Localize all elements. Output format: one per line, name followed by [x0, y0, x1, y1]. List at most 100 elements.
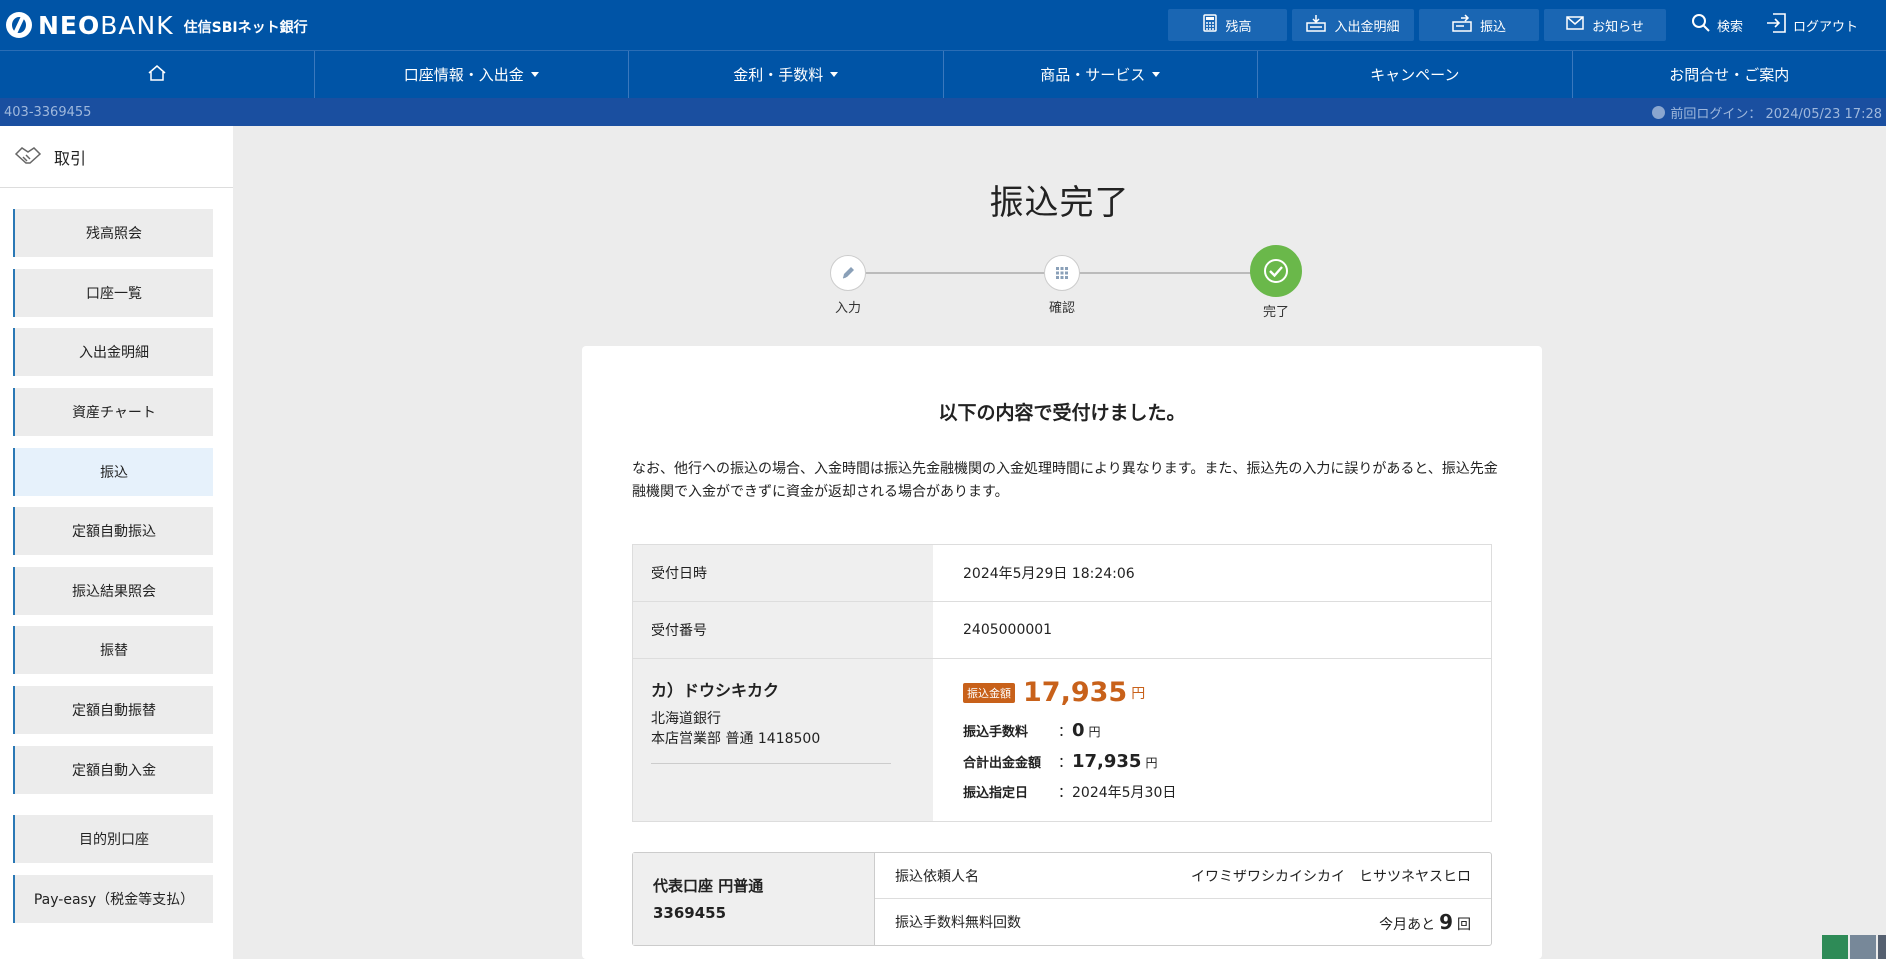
sidebar-item-label: Pay-easy（税金等支払） [33, 892, 195, 908]
sidebar-item-internal-transfer[interactable]: 振替 [13, 626, 213, 674]
source-account-name: 代表口座 円普通 [653, 877, 764, 895]
result-table: 受付日時 2024年5月29日 18:24:06 受付番号 2405000001… [632, 544, 1492, 822]
neobank-logo[interactable]: NEO BANK 住信SBIネット銀行 [6, 11, 308, 40]
nav-account-info-label: 口座情報・入出金 [403, 66, 524, 84]
logout-link[interactable]: ログアウト [1765, 12, 1858, 38]
sidebar-item-transfer[interactable]: 振込 [13, 448, 213, 496]
date-label: 振込指定日 [963, 786, 1029, 801]
logo-neo-text: NEO [38, 10, 101, 40]
payee-info: カ）ドウシキカク 北海道銀行 本店営業部 普通 1418500 [633, 659, 933, 821]
nav-rates-fees[interactable]: 金利・手数料 [629, 51, 944, 98]
step-confirm: 確認 [1042, 243, 1082, 316]
notice-button-label: お知らせ [1592, 19, 1644, 35]
tool-icon[interactable] [1878, 935, 1886, 959]
amount-details: 振込金額 17,935 円 振込手数料： 0 円 合計出金金額： 17,935 円 振込指定… [933, 659, 1491, 821]
free-count-row: 振込手数料無料回数 今月あと 9 回 [875, 899, 1491, 945]
home-icon [147, 64, 167, 86]
search-link[interactable]: 検索 [1691, 13, 1743, 37]
nav-products[interactable]: 商品・サービス [944, 51, 1258, 98]
payee-name: カ）ドウシキカク [651, 681, 780, 700]
sidebar-item-asset-chart[interactable]: 資産チャート [13, 388, 213, 436]
check-icon [1250, 245, 1302, 297]
transfer-button[interactable]: 振込 [1418, 9, 1539, 41]
logout-icon [1765, 12, 1787, 38]
step-complete: 完了 [1248, 243, 1304, 320]
logo-bank-text: BANK [100, 10, 174, 40]
caret-down-icon [1152, 72, 1161, 77]
sidebar-item-balance[interactable]: 残高照会 [13, 209, 213, 257]
handshake-icon [14, 144, 42, 170]
divider [651, 763, 891, 764]
balance-button-label: 残高 [1225, 19, 1252, 35]
free-count-prefix: 今月あと [1379, 917, 1436, 933]
nav-account-info[interactable]: 口座情報・入出金 [315, 51, 629, 98]
source-account-number: 3369455 [653, 904, 727, 922]
table-row: 受付番号 2405000001 [633, 602, 1491, 659]
clock-icon [1652, 105, 1666, 119]
sidebar-item-label: 振込結果照会 [72, 584, 156, 600]
sidebar: 取引 残高照会 口座一覧 入出金明細 資産チャート 振込 定額自動振込 振込結果… [0, 126, 233, 959]
keypad-icon [1044, 255, 1080, 291]
sidebar-item-label: 振込 [100, 465, 128, 481]
transfer-icon [1452, 14, 1472, 36]
requester-value: イワミザワシカイシカイ ヒサツネヤスヒロ [1191, 868, 1471, 885]
sidebar-item-label: 残高照会 [86, 226, 142, 242]
step-connector [1062, 272, 1262, 274]
source-account-panel: 代表口座 円普通 3369455 振込依頼人名 イワミザワシカイシカイ ヒサツネ… [632, 852, 1492, 946]
search-icon [1691, 13, 1711, 37]
nav-contact-label: お問合せ・ご案内 [1669, 66, 1790, 84]
result-note: なお、他行への振込の場合、入金時間は振込先金融機関の入金処理時間により異なります… [632, 461, 1498, 500]
caret-down-icon [530, 72, 539, 77]
sidebar-item-accounts[interactable]: 口座一覧 [13, 269, 213, 317]
pencil-icon [830, 255, 866, 291]
header-actions: 残高 入出金明細 振込 お知らせ 検索 ログアウト [1167, 0, 1886, 50]
nav-home[interactable] [0, 51, 315, 98]
table-row: 受付日時 2024年5月29日 18:24:06 [633, 545, 1491, 602]
account-number: 403-3369455 [4, 104, 92, 120]
sidebar-item-label: 振替 [100, 643, 128, 659]
fee-yen: 円 [1088, 725, 1101, 739]
source-account-details: 振込依頼人名 イワミザワシカイシカイ ヒサツネヤスヒロ 振込手数料無料回数 今月… [875, 853, 1491, 945]
sidebar-item-purpose-account[interactable]: 目的別口座 [13, 815, 213, 863]
fee-label: 振込手数料 [963, 725, 1029, 740]
date-value: 2024年5月30日 [1072, 785, 1177, 801]
receipt-no-label: 受付番号 [633, 602, 933, 658]
sidebar-item-label: 資産チャート [72, 405, 156, 421]
sidebar-item-fixed-transfer[interactable]: 定額自動振込 [13, 507, 213, 555]
calculator-icon [1203, 14, 1218, 36]
last-login-text: 前回ログイン： 2024/05/23 17:28 [1670, 106, 1882, 122]
sidebar-item-fixed-internal-transfer[interactable]: 定額自動振替 [13, 686, 213, 734]
caret-down-icon [830, 72, 839, 77]
transfer-button-label: 振込 [1479, 19, 1506, 35]
payee-bank: 北海道銀行 [651, 711, 721, 727]
sidebar-item-label: 定額自動振込 [72, 524, 156, 540]
date-row: 振込指定日 ： 2024年5月30日 [963, 782, 1176, 802]
total-label: 合計出金金額 [963, 756, 1042, 771]
sidebar-item-statement[interactable]: 入出金明細 [13, 328, 213, 376]
balance-button[interactable]: 残高 [1167, 9, 1287, 41]
logo-bank-name: 住信SBIネット銀行 [183, 20, 308, 36]
fee-row: 振込手数料 ： 0 円 [963, 720, 1101, 741]
text-size-icon[interactable] [1850, 935, 1876, 959]
neobank-logo-mark-icon [6, 12, 32, 38]
colon: ： [1058, 724, 1072, 740]
nav-contact[interactable]: お問合せ・ご案内 [1573, 51, 1886, 98]
free-count-number: 9 [1439, 910, 1453, 934]
notice-button[interactable]: お知らせ [1543, 9, 1666, 41]
main-nav: 口座情報・入出金 金利・手数料 商品・サービス キャンペーン お問合せ・ご案内 [0, 50, 1886, 98]
sidebar-heading: 取引 [0, 126, 233, 188]
statement-icon [1306, 14, 1327, 36]
statement-button[interactable]: 入出金明細 [1291, 9, 1414, 41]
nav-products-label: 商品・サービス [1040, 66, 1146, 84]
nav-rates-fees-label: 金利・手数料 [733, 66, 824, 84]
sidebar-item-fixed-deposit[interactable]: 定額自動入金 [13, 746, 213, 794]
colon: ： [1058, 785, 1072, 801]
receipt-no-value: 2405000001 [963, 622, 1053, 638]
spreadsheet-icon[interactable] [1822, 935, 1848, 959]
payee-branch: 本店営業部 普通 1418500 [651, 731, 821, 747]
sidebar-item-transfer-results[interactable]: 振込結果照会 [13, 567, 213, 615]
nav-campaign[interactable]: キャンペーン [1258, 51, 1573, 98]
sidebar-item-pay-easy[interactable]: Pay-easy（税金等支払） [13, 875, 213, 923]
step-label: 入力 [834, 301, 861, 316]
sidebar-heading-label: 取引 [54, 148, 87, 168]
